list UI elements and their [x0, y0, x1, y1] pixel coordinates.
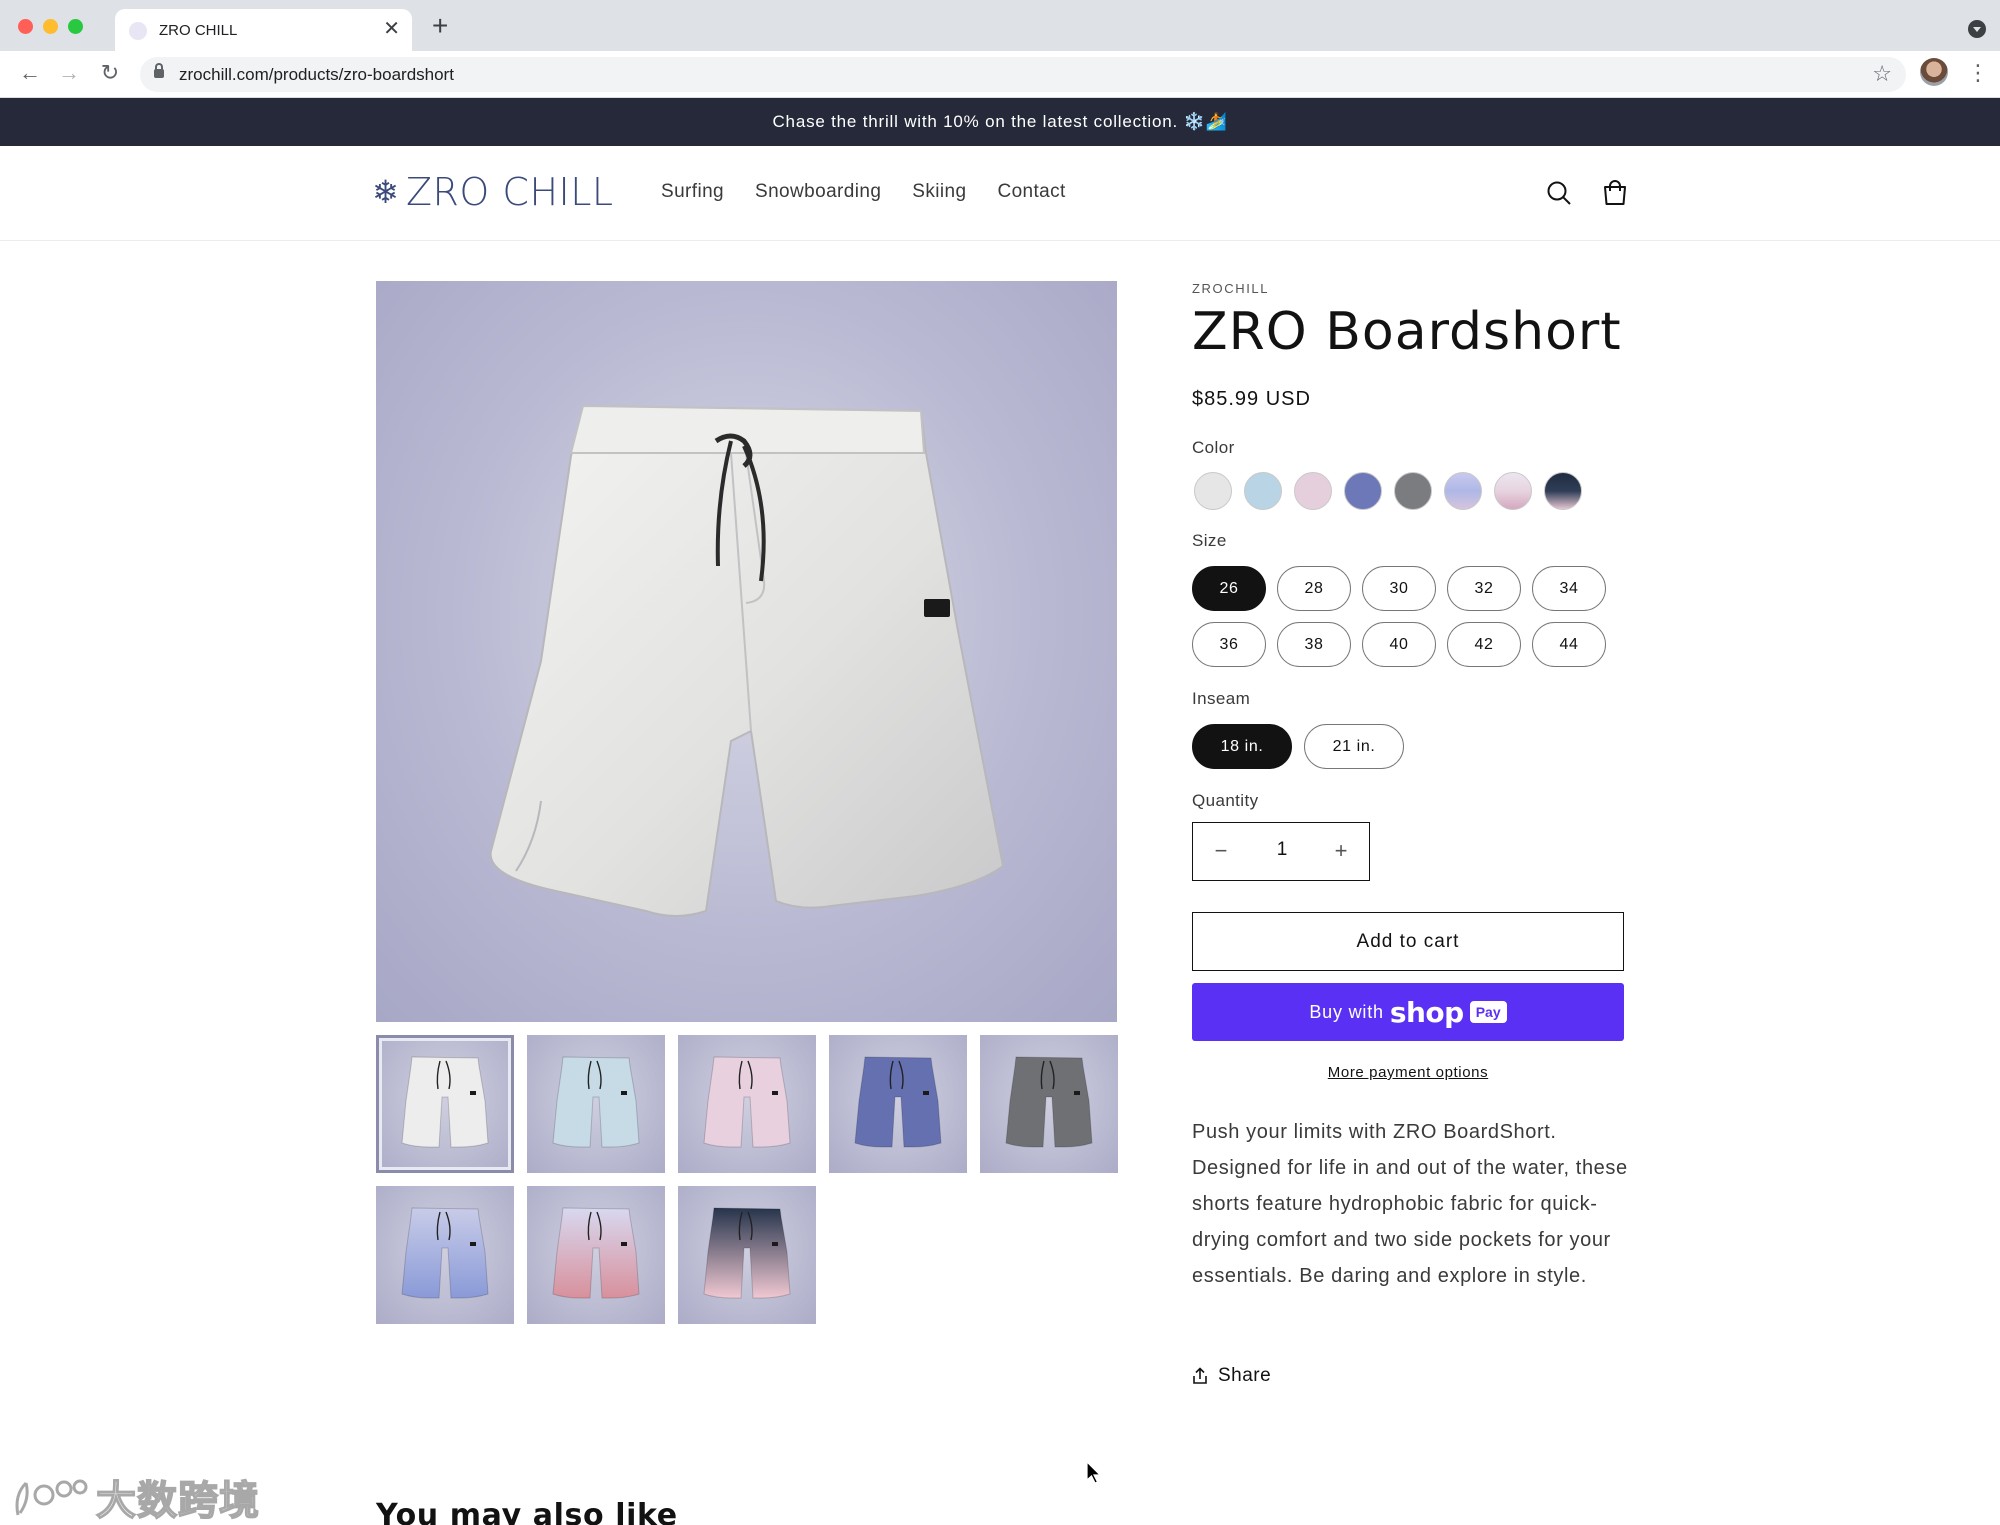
forward-arrow-icon[interactable]: →: [55, 61, 83, 85]
color-swatch[interactable]: [1194, 472, 1232, 510]
add-to-cart-button[interactable]: Add to cart: [1192, 912, 1624, 971]
product-title: ZRO Boardshort: [1192, 302, 1622, 362]
nav-item-skiing[interactable]: Skiing: [912, 181, 966, 203]
profile-avatar[interactable]: [1920, 58, 1948, 86]
size-option-28[interactable]: 28: [1277, 566, 1351, 611]
close-window-button[interactable]: [18, 19, 33, 34]
boardshort-image: [489, 404, 1005, 917]
product-description: Push your limits with ZRO BoardShort. De…: [1192, 1121, 1628, 1287]
boardshort-thumbnail-image: [703, 1056, 791, 1148]
color-swatch[interactable]: [1394, 472, 1432, 510]
watermark-text: 大数跨境: [95, 1477, 260, 1525]
product-thumbnail[interactable]: [678, 1186, 816, 1324]
pay-badge: Pay: [1469, 1001, 1507, 1023]
cart-icon[interactable]: [1601, 179, 1629, 207]
product-thumbnail[interactable]: [376, 1035, 514, 1173]
more-payment-options-link[interactable]: More payment options: [1192, 1064, 1624, 1081]
boardshort-thumbnail-image: [552, 1056, 640, 1148]
product-main-image[interactable]: [376, 281, 1117, 1022]
main-nav: Surfing Snowboarding Skiing Contact: [661, 181, 1066, 203]
product-thumbnail[interactable]: [527, 1186, 665, 1324]
new-tab-button[interactable]: +: [432, 12, 448, 40]
quantity-input[interactable]: 1: [1243, 839, 1321, 861]
color-swatch[interactable]: [1244, 472, 1282, 510]
color-swatch[interactable]: [1494, 472, 1532, 510]
logo-text: ZRO CHILL: [406, 170, 614, 214]
color-swatch[interactable]: [1294, 472, 1332, 510]
size-option-40[interactable]: 40: [1362, 622, 1436, 667]
announcement-bar: Chase the thrill with 10% on the latest …: [0, 98, 2000, 146]
boardshort-thumbnail-image: [854, 1056, 942, 1148]
back-arrow-icon[interactable]: ←: [16, 61, 44, 85]
maximize-window-button[interactable]: [68, 19, 83, 34]
tab-title: ZRO CHILL: [159, 22, 238, 39]
buy-with-label: Buy with: [1309, 1001, 1384, 1022]
minimize-window-button[interactable]: [43, 19, 58, 34]
boardshort-thumbnail-image: [1005, 1056, 1093, 1148]
color-swatch[interactable]: [1344, 472, 1382, 510]
size-option-42[interactable]: 42: [1447, 622, 1521, 667]
snowflake-icon: ❄: [372, 174, 399, 210]
share-button[interactable]: Share: [1192, 1365, 1271, 1387]
favicon-icon: [129, 22, 147, 40]
quantity-stepper: − 1 +: [1192, 822, 1370, 881]
size-option-34[interactable]: 34: [1532, 566, 1606, 611]
inseam-option[interactable]: 18 in.: [1192, 724, 1292, 769]
quantity-increase-button[interactable]: +: [1321, 837, 1361, 865]
boardshort-thumbnail-image: [703, 1207, 791, 1299]
quantity-decrease-button[interactable]: −: [1201, 837, 1241, 865]
product-thumbnail[interactable]: [527, 1035, 665, 1173]
share-icon: [1193, 1367, 1207, 1384]
size-option-30[interactable]: 30: [1362, 566, 1436, 611]
star-icon[interactable]: ☆: [1872, 61, 1892, 87]
share-label: Share: [1218, 1365, 1272, 1386]
product-price: $85.99 USD: [1192, 388, 1311, 410]
size-option-26[interactable]: 26: [1192, 566, 1266, 611]
size-option-38[interactable]: 38: [1277, 622, 1351, 667]
inseam-label: Inseam: [1192, 689, 1251, 708]
browser-tab-bar: ZRO CHILL ✕ +: [0, 0, 2000, 51]
boardshort-thumbnail-image: [401, 1056, 489, 1148]
url-text[interactable]: zrochill.com/products/zro-boardshort: [179, 65, 454, 85]
product-thumbnail[interactable]: [678, 1035, 816, 1173]
color-swatch[interactable]: [1444, 472, 1482, 510]
search-icon[interactable]: [1545, 179, 1573, 207]
tab-close-icon[interactable]: ✕: [383, 17, 400, 41]
nav-item-snowboarding[interactable]: Snowboarding: [755, 181, 881, 203]
nav-item-contact[interactable]: Contact: [997, 181, 1065, 203]
buy-with-shop-pay-button[interactable]: Buy with shop Pay: [1192, 983, 1624, 1041]
product-thumbnail[interactable]: [829, 1035, 967, 1173]
quantity-label: Quantity: [1192, 791, 1259, 810]
color-label: Color: [1192, 438, 1235, 457]
watermark-logo-icon: [15, 1479, 88, 1516]
lock-icon: [154, 63, 164, 78]
boardshort-thumbnail-image: [552, 1207, 640, 1299]
product-info: ZROCHILL ZRO Boardshort $85.99 USD: [1192, 281, 1624, 411]
address-bar[interactable]: zrochill.com/products/zro-boardshort ☆: [140, 57, 1906, 92]
size-option-36[interactable]: 36: [1192, 622, 1266, 667]
recommendations-title: You may also like: [376, 1498, 678, 1525]
size-label: Size: [1192, 531, 1227, 550]
size-option-44[interactable]: 44: [1532, 622, 1606, 667]
more-vert-icon[interactable]: ⋮: [1967, 59, 1989, 87]
shop-logo: shop: [1389, 995, 1464, 1029]
site-header: ❄ ZRO CHILL Surfing Snowboarding Skiing …: [0, 146, 2000, 241]
nav-item-surfing[interactable]: Surfing: [661, 181, 724, 203]
site-logo[interactable]: ❄ ZRO CHILL: [372, 170, 614, 214]
color-swatch[interactable]: [1544, 472, 1582, 510]
product-vendor: ZROCHILL: [1192, 281, 1270, 296]
boardshort-thumbnail-image: [401, 1207, 489, 1299]
product-thumbnail[interactable]: [376, 1186, 514, 1324]
inseam-option[interactable]: 21 in.: [1304, 724, 1404, 769]
tab-search-icon[interactable]: [1968, 20, 1986, 38]
watermark: 大数跨境: [12, 1468, 260, 1525]
browser-toolbar: ← → ↻ zrochill.com/products/zro-boardsho…: [0, 51, 2000, 98]
browser-tab[interactable]: ZRO CHILL ✕: [115, 9, 412, 51]
product-thumbnail[interactable]: [980, 1035, 1118, 1173]
reload-icon[interactable]: ↻: [96, 61, 124, 85]
size-option-32[interactable]: 32: [1447, 566, 1521, 611]
